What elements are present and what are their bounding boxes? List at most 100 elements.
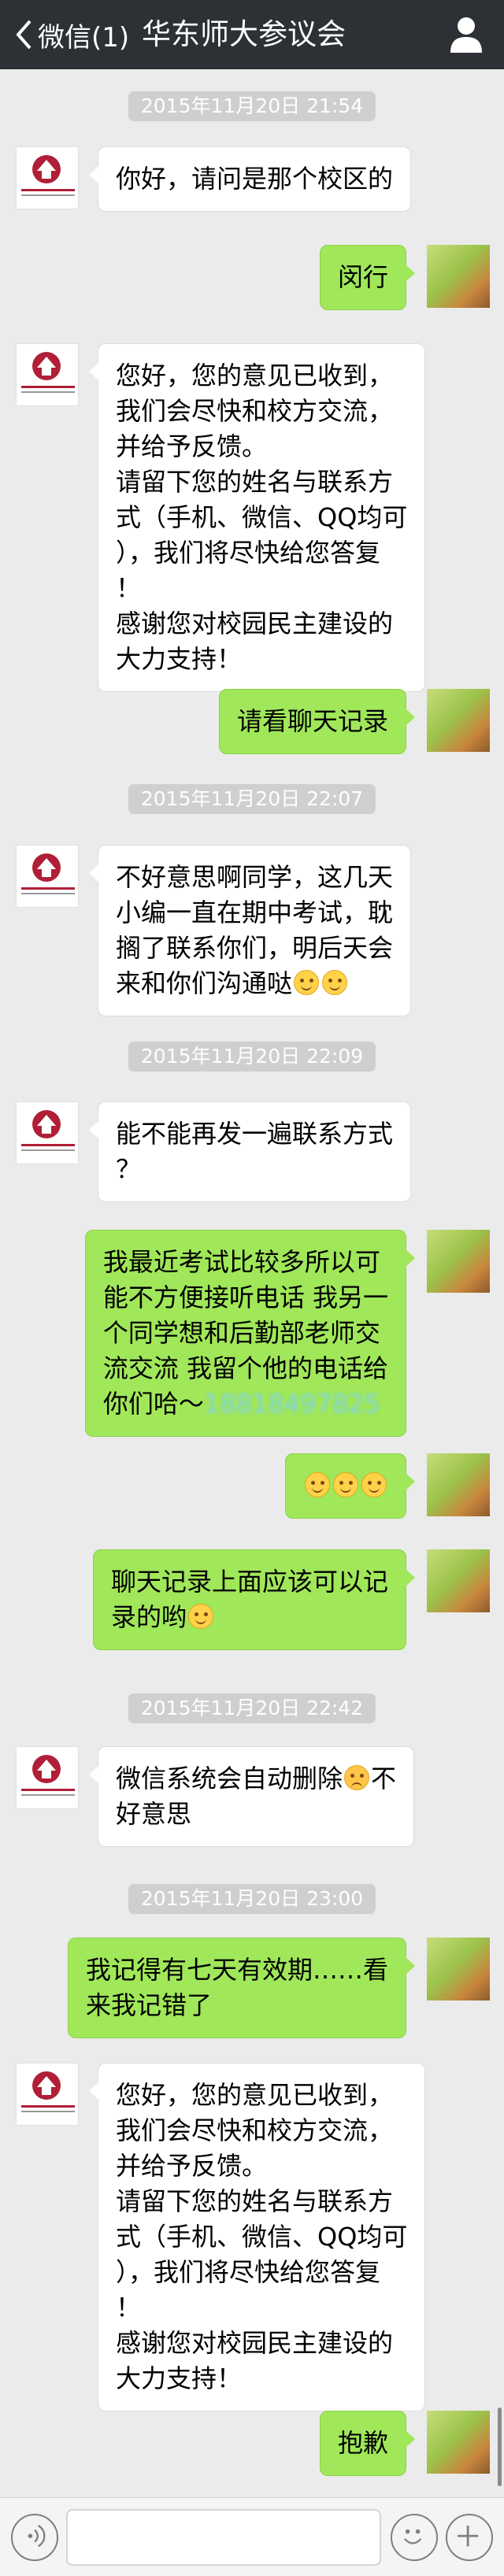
message-bubble[interactable]: 能不能再发一遍联系方式 ？: [88, 1101, 412, 1202]
message-text: 您好，您的意见已收到，: [116, 361, 394, 390]
smile-emoji-icon: [322, 970, 348, 995]
voice-button[interactable]: [11, 2514, 58, 2561]
chat-title: 华东师大参议会: [142, 17, 346, 51]
official-avatar[interactable]: [16, 1746, 79, 1809]
message-text: 你们哈～: [102, 1389, 204, 1419]
chat-area[interactable]: 2015年11月20日 21:54 你好，请问是那个校区的 闵行 您好，您的意见…: [0, 69, 504, 2497]
message-bubble[interactable]: 我最近考试比较多所以可 能不方便接听电话 我另一 个同学想和后勤部老师交 流交流…: [84, 1230, 416, 1437]
message-text: 来和你们沟通哒: [116, 968, 293, 998]
message-text: 感谢您对校园民主建设的: [116, 609, 394, 638]
my-avatar[interactable]: [427, 2411, 490, 2474]
message-bubble[interactable]: 您好，您的意见已收到， 我们会尽快和校方交流， 并给予反馈。 请留下您的姓名与联…: [88, 2063, 426, 2411]
message-text: ？: [116, 1154, 142, 1184]
message-text: 你好，请问是那个校区的: [116, 164, 394, 194]
message-text: 感谢您对校园民主建设的: [116, 2328, 394, 2358]
message-text: 不: [371, 1764, 397, 1793]
message-text: 聊天记录上面应该可以记: [110, 1567, 388, 1597]
message-bubble[interactable]: 请看聊天记录: [218, 689, 416, 754]
message-text: 闵行: [337, 262, 388, 292]
message-text: 流交流 我留个他的电话给: [102, 1353, 388, 1383]
smile-emoji-icon: [361, 1472, 387, 1497]
message-text: ！: [116, 2293, 142, 2322]
emoji-icon: [404, 2529, 422, 2545]
message-text: 微信系统会自动删除: [116, 1764, 343, 1793]
message-bubble[interactable]: [285, 1453, 415, 1519]
official-avatar[interactable]: [16, 343, 79, 406]
back-label: 微信(1): [38, 21, 130, 54]
message-text: 式（手机、微信、QQ均可: [116, 502, 408, 532]
input-toolbar: [0, 2497, 504, 2576]
message-text: 请看聊天记录: [236, 706, 388, 736]
message-text: 个同学想和后勤部老师交: [102, 1318, 380, 1348]
my-avatar[interactable]: [427, 1938, 490, 2000]
my-avatar[interactable]: [427, 245, 490, 308]
official-logo-icon: [21, 853, 75, 894]
smile-emoji-icon: [333, 1472, 358, 1497]
official-logo-icon: [21, 1110, 75, 1151]
timestamp: 2015年11月20日 23:00: [128, 1884, 376, 1914]
smile-emoji-icon: [294, 970, 320, 995]
message-text: 我最近考试比较多所以可: [102, 1247, 380, 1277]
message-text: 大力支持！: [116, 2363, 243, 2393]
message-bubble[interactable]: 抱歉: [319, 2411, 416, 2476]
message-input[interactable]: [66, 2509, 381, 2566]
message-bubble[interactable]: 你好，请问是那个校区的: [88, 146, 412, 212]
timestamp: 2015年11月20日 22:42: [128, 1693, 376, 1723]
message-text: 并给予反馈。: [116, 431, 268, 461]
message-text: ），我们将尽快给您答复: [116, 538, 381, 568]
message-text: 能不能再发一遍联系方式: [116, 1119, 394, 1149]
timestamp: 2015年11月20日 22:09: [128, 1042, 376, 1071]
plus-button[interactable]: [446, 2514, 493, 2561]
phone-number[interactable]: 18818497825: [204, 1389, 380, 1419]
my-avatar[interactable]: [427, 1453, 490, 1516]
official-logo-icon: [21, 2071, 75, 2112]
message-bubble[interactable]: 聊天记录上面应该可以记 录的哟: [92, 1549, 416, 1650]
message-text: 抱歉: [337, 2428, 388, 2458]
message-text: ！: [116, 573, 142, 603]
back-button[interactable]: 微信(1): [14, 14, 129, 55]
plus-icon: [458, 2526, 479, 2547]
message-text: 我们会尽快和校方交流，: [116, 2115, 394, 2145]
official-avatar[interactable]: [16, 1101, 79, 1164]
message-text: 我们会尽快和校方交流，: [116, 396, 394, 426]
message-bubble[interactable]: 闵行: [319, 245, 416, 310]
emoji-button[interactable]: [391, 2514, 438, 2561]
message-text: 式（手机、微信、QQ均可: [116, 2222, 408, 2252]
message-bubble[interactable]: 微信系统会自动删除不 好意思: [88, 1746, 415, 1847]
message-text: 来我记错了: [85, 1990, 212, 2020]
official-logo-icon: [21, 352, 75, 393]
voice-icon: [28, 2525, 46, 2548]
message-text: 并给予反馈。: [116, 2151, 268, 2181]
my-avatar[interactable]: [427, 1549, 490, 1612]
chevron-left-icon: [16, 20, 32, 50]
message-text: 录的哟: [110, 1602, 187, 1632]
nav-bar: 微信(1) 华东师大参议会: [0, 0, 504, 69]
timestamp: 2015年11月20日 22:07: [128, 784, 376, 814]
message-text: 搁了联系你们，明后天会: [116, 933, 394, 963]
message-text: 小编一直在期中考试，耽: [116, 898, 394, 927]
message-bubble[interactable]: 您好，您的意见已收到， 我们会尽快和校方交流， 并给予反馈。 请留下您的姓名与联…: [88, 343, 426, 692]
scrollbar[interactable]: [498, 2408, 502, 2486]
official-avatar[interactable]: [16, 2063, 79, 2126]
message-text: 大力支持！: [116, 644, 243, 674]
message-text: 您好，您的意见已收到，: [116, 2080, 394, 2110]
message-bubble[interactable]: 不好意思啊同学，这几天 小编一直在期中考试，耽 搁了联系你们，明后天会 来和你们…: [88, 845, 412, 1016]
person-icon[interactable]: [449, 16, 484, 54]
smile-emoji-icon: [305, 1472, 330, 1497]
official-logo-icon: [21, 1755, 75, 1796]
timestamp: 2015年11月20日 21:54: [128, 91, 376, 121]
official-avatar[interactable]: [16, 146, 79, 209]
official-avatar[interactable]: [16, 845, 79, 908]
message-text: 不好意思啊同学，这几天: [116, 862, 394, 892]
message-text: 请留下您的姓名与联系方: [116, 2186, 394, 2216]
my-avatar[interactable]: [427, 689, 490, 752]
message-text: 能不方便接听电话 我另一: [102, 1282, 388, 1312]
my-avatar[interactable]: [427, 1230, 490, 1293]
official-logo-icon: [21, 155, 75, 196]
message-text: 好意思: [116, 1799, 192, 1829]
smile-emoji-icon: [188, 1604, 213, 1629]
message-bubble[interactable]: 我记得有七天有效期……看 来我记错了: [67, 1938, 416, 2038]
sad-emoji-icon: [344, 1765, 370, 1790]
message-text: 我记得有七天有效期……看: [85, 1955, 388, 1985]
message-text: ），我们将尽快给您答复: [116, 2257, 381, 2287]
